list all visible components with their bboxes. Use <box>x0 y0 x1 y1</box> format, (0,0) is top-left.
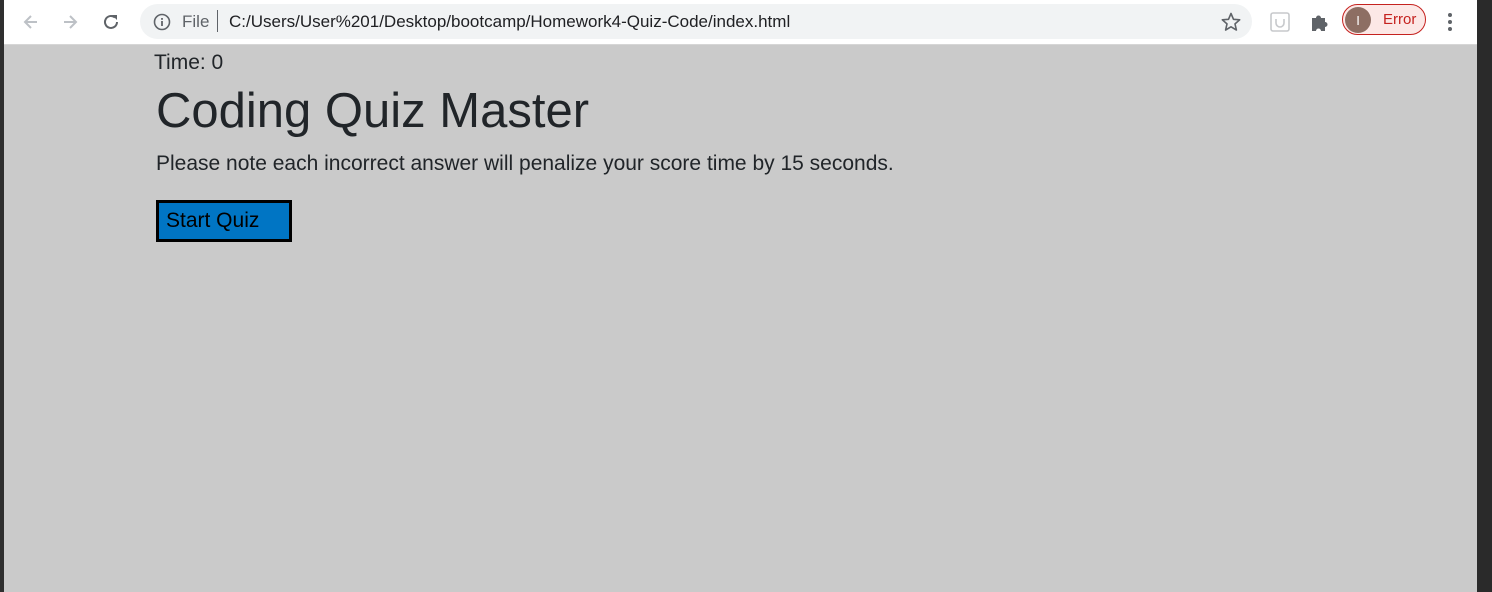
puzzle-icon[interactable] <box>1308 11 1330 33</box>
avatar: I <box>1345 7 1371 33</box>
url-scheme-label: File <box>182 12 210 31</box>
browser-window: File C:/Users/User%201/Desktop/bootcamp/… <box>4 0 1477 592</box>
timer-display: Time: 0 <box>154 51 224 74</box>
extension-icon[interactable] <box>1269 11 1291 33</box>
forward-arrow-icon <box>64 15 78 29</box>
reload-icon <box>104 14 118 29</box>
forward-button[interactable] <box>56 8 84 36</box>
desktop-right-edge <box>1477 0 1492 592</box>
page-content: Time: 0 Coding Quiz Master Please note e… <box>4 45 1477 592</box>
url-text[interactable]: C:/Users/User%201/Desktop/bootcamp/Homew… <box>229 12 790 32</box>
reload-button[interactable] <box>97 8 125 36</box>
profile-status-label: Error <box>1383 11 1417 28</box>
page-title: Coding Quiz Master <box>156 84 590 138</box>
profile-button[interactable]: I Error <box>1342 4 1426 35</box>
address-bar[interactable]: File C:/Users/User%201/Desktop/bootcamp/… <box>140 4 1252 39</box>
kebab-menu-icon[interactable] <box>1440 10 1460 34</box>
back-arrow-icon <box>23 15 37 29</box>
back-button[interactable] <box>17 8 45 36</box>
start-quiz-button[interactable]: Start Quiz <box>156 200 292 242</box>
info-icon[interactable] <box>153 13 171 31</box>
penalty-note: Please note each incorrect answer will p… <box>156 152 894 175</box>
browser-toolbar: File C:/Users/User%201/Desktop/bootcamp/… <box>4 0 1477 45</box>
star-icon[interactable] <box>1220 11 1242 33</box>
url-scheme-divider <box>217 10 218 32</box>
